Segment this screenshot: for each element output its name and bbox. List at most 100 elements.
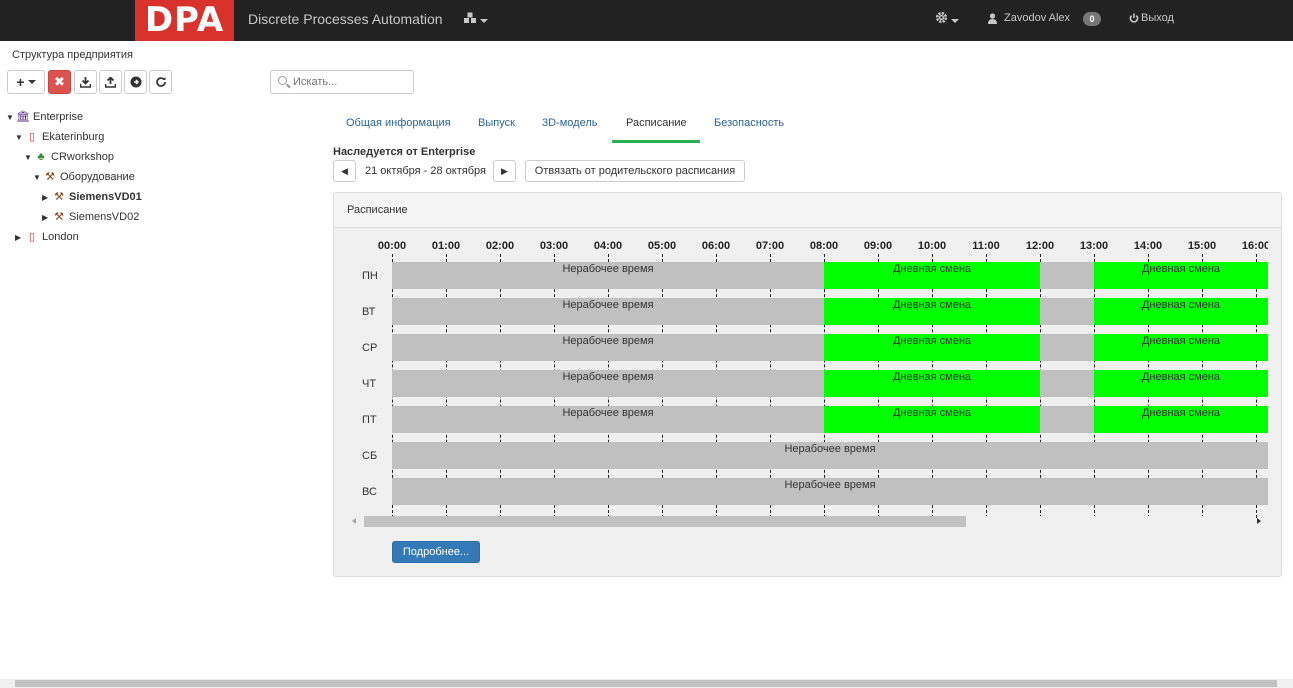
tab-output[interactable]: Выпуск — [478, 117, 515, 129]
work-shift-block[interactable]: Дневная смена — [824, 370, 1040, 397]
day-label: ПН — [362, 270, 378, 282]
page-scrollbar[interactable] — [0, 679, 1293, 688]
top-navbar: DPA Discrete Processes Automation Zavodo… — [0, 0, 1293, 41]
hour-label: 15:00 — [1187, 240, 1217, 252]
work-shift-block[interactable]: Дневная смена — [824, 406, 1040, 433]
work-shift-block[interactable]: Дневная смена — [1094, 370, 1268, 397]
non-working-block[interactable]: Нерабочее время — [392, 406, 824, 433]
tree-node-label: SiemensVD01 — [69, 191, 142, 203]
tab-3d-model[interactable]: 3D-модель — [542, 117, 597, 129]
tree-node-ekaterinburg[interactable]: ▼ ▯ Ekaterinburg — [15, 128, 104, 146]
day-label: ВС — [362, 486, 377, 498]
inherited-from-label: Наследуется от Enterprise — [333, 146, 476, 158]
chevron-down-icon[interactable]: ▼ — [15, 129, 25, 147]
next-week-button[interactable]: ▶ — [493, 160, 516, 182]
tab-security[interactable]: Безопасность — [714, 117, 784, 129]
work-shift-block[interactable]: Дневная смена — [1094, 298, 1268, 325]
work-shift-block[interactable]: Дневная смена — [824, 298, 1040, 325]
hour-label: 03:00 — [539, 240, 569, 252]
work-shift-block[interactable]: Дневная смена — [1094, 262, 1268, 289]
chevron-right-icon[interactable]: ▶ — [15, 229, 25, 247]
non-working-block[interactable]: Нерабочее время — [392, 334, 824, 361]
tree-node-siemensvd01[interactable]: ▶ ⚒ SiemensVD01 — [42, 188, 142, 206]
prev-week-button[interactable]: ◀ — [333, 160, 356, 182]
gavel-icon: ⚒ — [54, 211, 64, 223]
tree-node-siemensvd02[interactable]: ▶ ⚒ SiemensVD02 — [42, 208, 139, 226]
settings-menu-button[interactable] — [935, 11, 959, 27]
power-icon — [1129, 13, 1139, 23]
upload-icon — [105, 76, 116, 88]
non-working-block[interactable] — [1040, 262, 1094, 289]
chevron-down-icon — [951, 18, 959, 23]
search-box[interactable] — [270, 70, 414, 94]
hour-label: 06:00 — [701, 240, 731, 252]
chevron-down-icon — [27, 80, 36, 84]
logout-link[interactable]: Выход — [1141, 12, 1174, 24]
active-tab-indicator — [612, 140, 700, 143]
scrollbar-thumb[interactable] — [364, 516, 966, 527]
tree-node-london[interactable]: ▶ ▯ London — [15, 228, 79, 246]
user-menu-link[interactable]: Zavodov Alex — [1004, 12, 1070, 24]
non-working-block[interactable]: Нерабочее время — [392, 370, 824, 397]
app-logo[interactable]: DPA — [135, 0, 234, 41]
day-label: ПТ — [362, 414, 377, 426]
tree-node-equipment[interactable]: ▼ ⚒ Оборудование — [33, 168, 135, 186]
gavel-icon: ⚒ — [45, 171, 55, 183]
non-working-block[interactable]: Нерабочее время — [392, 478, 1268, 505]
upload-button[interactable] — [99, 70, 122, 94]
delete-button[interactable]: ✖ — [48, 70, 71, 94]
work-shift-block[interactable]: Дневная смена — [1094, 406, 1268, 433]
refresh-button[interactable] — [149, 70, 172, 94]
download-icon — [80, 76, 91, 88]
close-icon: ✖ — [54, 74, 65, 89]
day-label: СБ — [362, 450, 378, 462]
tab-schedule[interactable]: Расписание — [626, 117, 687, 129]
brand-title[interactable]: Discrete Processes Automation — [248, 11, 443, 27]
tree-node-label: SiemensVD02 — [69, 211, 140, 223]
gear-icon — [935, 11, 948, 24]
non-working-block[interactable]: Нерабочее время — [392, 262, 824, 289]
scroll-left-icon[interactable] — [352, 518, 356, 524]
cubes-menu-button[interactable] — [463, 12, 488, 27]
details-button[interactable]: Подробнее... — [392, 541, 480, 563]
tree-node-label: Ekaterinburg — [42, 131, 105, 143]
day-label: ВТ — [362, 306, 376, 318]
non-working-block[interactable] — [1040, 406, 1094, 433]
tab-general-info[interactable]: Общая информация — [346, 117, 451, 129]
sitemap-icon: ♣ — [37, 151, 45, 163]
detach-schedule-button[interactable]: Отвязать от родительского расписания — [525, 160, 745, 182]
non-working-block[interactable] — [1040, 370, 1094, 397]
hour-label: 14:00 — [1133, 240, 1163, 252]
work-shift-block[interactable]: Дневная смена — [1094, 334, 1268, 361]
tree-node-label: CRworkshop — [51, 151, 114, 163]
work-shift-block[interactable]: Дневная смена — [824, 262, 1040, 289]
page-scrollbar-thumb[interactable] — [15, 680, 1277, 687]
work-shift-block[interactable]: Дневная смена — [824, 334, 1040, 361]
non-working-block[interactable]: Нерабочее время — [392, 442, 1268, 469]
chevron-down-icon[interactable]: ▼ — [6, 109, 16, 127]
chevron-down-icon[interactable]: ▼ — [24, 149, 34, 167]
gavel-icon: ⚒ — [54, 191, 64, 203]
hour-label: 00:00 — [377, 240, 407, 252]
add-dropdown-button[interactable]: + — [7, 70, 45, 94]
go-button[interactable] — [124, 70, 147, 94]
tree-node-crworkshop[interactable]: ▼ ♣ CRworkshop — [24, 148, 114, 166]
non-working-block[interactable]: Нерабочее время — [392, 298, 824, 325]
chevron-right-icon[interactable]: ▶ — [42, 189, 52, 207]
scroll-right-icon[interactable] — [1257, 518, 1261, 524]
download-button[interactable] — [74, 70, 97, 94]
chevron-down-icon[interactable]: ▼ — [33, 169, 43, 187]
non-working-block[interactable] — [1040, 334, 1094, 361]
hour-label: 11:00 — [972, 240, 1000, 252]
hour-label: 16:00 — [1241, 240, 1268, 252]
non-working-block[interactable] — [1040, 298, 1094, 325]
day-label: СР — [362, 342, 378, 354]
arrow-circle-right-icon — [130, 76, 141, 88]
schedule-scrollbar[interactable] — [349, 514, 1267, 529]
notifications-badge[interactable]: 0 — [1083, 12, 1101, 26]
chevron-right-icon[interactable]: ▶ — [42, 209, 52, 227]
search-input[interactable] — [293, 74, 409, 90]
bank-icon: 🏛 — [16, 111, 30, 123]
search-icon — [278, 76, 287, 85]
tree-node-enterprise[interactable]: ▼ 🏛 Enterprise — [6, 108, 83, 126]
